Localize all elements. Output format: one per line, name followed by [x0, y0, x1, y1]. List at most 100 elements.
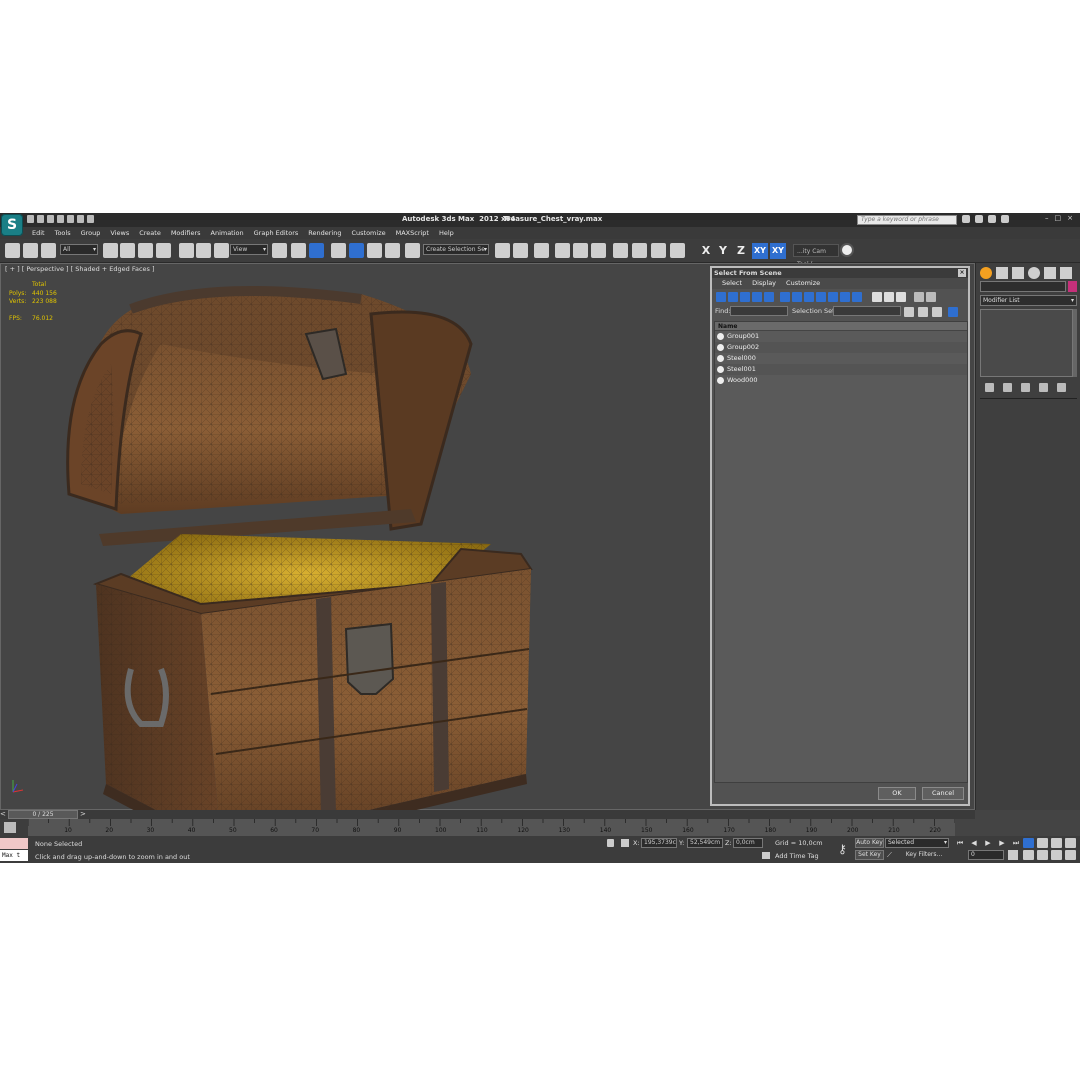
ok-button[interactable]: OK — [878, 787, 916, 800]
hierarchy-tab-icon[interactable] — [1012, 267, 1024, 279]
display-hidden-icon[interactable] — [852, 292, 862, 302]
maxscript-listener-mini[interactable] — [0, 838, 28, 849]
menu-rendering[interactable]: Rendering — [303, 227, 346, 239]
app-logo-button[interactable]: S — [1, 214, 23, 236]
menu-graph-editors[interactable]: Graph Editors — [249, 227, 304, 239]
help-icon[interactable] — [1001, 215, 1009, 223]
z-coordinate-field[interactable]: 0,0cm — [733, 838, 763, 848]
unlink-icon[interactable] — [23, 243, 38, 258]
display-geometry-icon[interactable] — [716, 292, 726, 302]
spinner-snap-icon[interactable] — [385, 243, 400, 258]
gauge-icon[interactable] — [840, 243, 854, 257]
pin-stack-icon[interactable] — [985, 383, 994, 392]
display-bones-icon[interactable] — [816, 292, 826, 302]
dialog-menu-display[interactable]: Display — [747, 278, 781, 289]
render-setup-icon[interactable] — [632, 243, 647, 258]
mini-curve-editor-icon[interactable] — [4, 822, 16, 833]
dialog-menu-select[interactable]: Select — [717, 278, 747, 289]
display-xrefs-icon[interactable] — [804, 292, 814, 302]
configure-sets-icon[interactable] — [1057, 383, 1066, 392]
percent-snap-icon[interactable] — [367, 243, 382, 258]
create-tab-icon[interactable] — [980, 267, 992, 279]
axis-xy-cycle-button[interactable]: XY — [770, 243, 786, 259]
absolute-mode-icon[interactable] — [621, 839, 629, 847]
remove-modifier-icon[interactable] — [1039, 383, 1048, 392]
selection-lock-icon[interactable] — [607, 839, 614, 847]
time-slider-next[interactable]: > — [80, 810, 86, 819]
zoom-all-icon[interactable] — [1037, 838, 1048, 848]
time-slider-prev[interactable]: < — [0, 810, 6, 819]
menu-customize[interactable]: Customize — [346, 227, 390, 239]
mirror-icon[interactable] — [495, 243, 510, 258]
menu-views[interactable]: Views — [105, 227, 134, 239]
axis-z-button[interactable]: Z — [733, 243, 749, 259]
selection-filter-dropdown[interactable]: All — [60, 244, 98, 255]
pan-icon[interactable] — [1037, 850, 1048, 860]
object-name-field[interactable] — [980, 281, 1066, 292]
play-icon[interactable]: ▶ — [982, 838, 994, 849]
time-configuration-icon[interactable] — [1008, 850, 1018, 860]
named-selection-dropdown[interactable]: Create Selection Se — [423, 244, 489, 255]
cancel-button[interactable]: Cancel — [922, 787, 964, 800]
key-filters-button[interactable]: Key Filters... — [900, 850, 948, 860]
object-color-swatch[interactable] — [1068, 281, 1077, 292]
display-all-icon[interactable] — [872, 292, 882, 302]
scale-icon[interactable] — [214, 243, 229, 258]
render-production-icon[interactable] — [670, 243, 685, 258]
graphite-ribbon-icon[interactable] — [555, 243, 570, 258]
column-header-name[interactable]: Name — [715, 322, 967, 331]
edit-named-selection-icon[interactable] — [405, 243, 420, 258]
display-helpers-icon[interactable] — [764, 292, 774, 302]
move-icon[interactable] — [179, 243, 194, 258]
current-frame-field[interactable]: 0 — [968, 850, 1004, 860]
zoom-icon[interactable] — [1023, 838, 1034, 848]
display-none-icon[interactable] — [884, 292, 894, 302]
modifier-list-dropdown[interactable]: Modifier List — [980, 295, 1077, 306]
menu-help[interactable]: Help — [434, 227, 459, 239]
menu-modifiers[interactable]: Modifiers — [166, 227, 206, 239]
snaps-toggle-icon[interactable] — [331, 243, 346, 258]
menu-group[interactable]: Group — [76, 227, 106, 239]
sync-selection-icon[interactable] — [948, 307, 958, 317]
y-coordinate-field[interactable]: 52,549cm — [687, 838, 723, 848]
axis-x-button[interactable]: X — [698, 243, 714, 259]
auto-key-button[interactable]: Auto Key — [855, 838, 884, 848]
menu-animation[interactable]: Animation — [206, 227, 249, 239]
modifier-stack[interactable] — [980, 309, 1073, 377]
display-frozen-icon[interactable] — [840, 292, 850, 302]
rendered-frame-window-icon[interactable] — [651, 243, 666, 258]
bind-space-warp-icon[interactable] — [41, 243, 56, 258]
save-icon[interactable] — [47, 215, 54, 223]
menu-edit[interactable]: Edit — [27, 227, 50, 239]
zoom-extents-icon[interactable] — [1051, 838, 1062, 848]
motion-tab-icon[interactable] — [1028, 267, 1040, 279]
schematic-view-icon[interactable] — [591, 243, 606, 258]
rectangular-selection-icon[interactable] — [138, 243, 153, 258]
zoom-extents-all-icon[interactable] — [1065, 838, 1076, 848]
window-crossing-icon[interactable] — [156, 243, 171, 258]
menu-maxscript[interactable]: MAXScript — [391, 227, 434, 239]
display-spacewarps-icon[interactable] — [780, 292, 790, 302]
curve-editor-icon[interactable] — [573, 243, 588, 258]
list-item[interactable]: Steel000 — [715, 353, 967, 364]
menu-tools[interactable]: Tools — [50, 227, 76, 239]
display-groups-icon[interactable] — [792, 292, 802, 302]
tools-icon[interactable] — [975, 215, 983, 223]
field-of-view-icon[interactable] — [1023, 850, 1034, 860]
project-folder-icon[interactable] — [77, 215, 84, 223]
modifier-stack-scrollbar[interactable] — [1073, 309, 1077, 377]
help-search-input[interactable]: Type a keyword or phrase — [857, 215, 957, 225]
rotate-icon[interactable] — [196, 243, 211, 258]
viewport-label[interactable]: [ + ] [ Perspective ] [ Shaded + Edged F… — [5, 265, 155, 273]
reference-coordinate-dropdown[interactable]: View — [230, 244, 268, 255]
add-time-tag-button[interactable]: Add Time Tag — [775, 852, 819, 860]
make-unique-icon[interactable] — [1021, 383, 1030, 392]
filter-options-icon[interactable] — [926, 292, 936, 302]
select-none-icon[interactable] — [918, 307, 928, 317]
go-to-end-icon[interactable]: ⏭ — [1010, 838, 1022, 849]
redo-icon[interactable] — [67, 215, 74, 223]
binoculars-icon[interactable] — [962, 215, 970, 223]
orbit-icon[interactable] — [1051, 850, 1062, 860]
modify-tab-icon[interactable] — [996, 267, 1008, 279]
previous-frame-icon[interactable]: ◀ — [968, 838, 980, 849]
